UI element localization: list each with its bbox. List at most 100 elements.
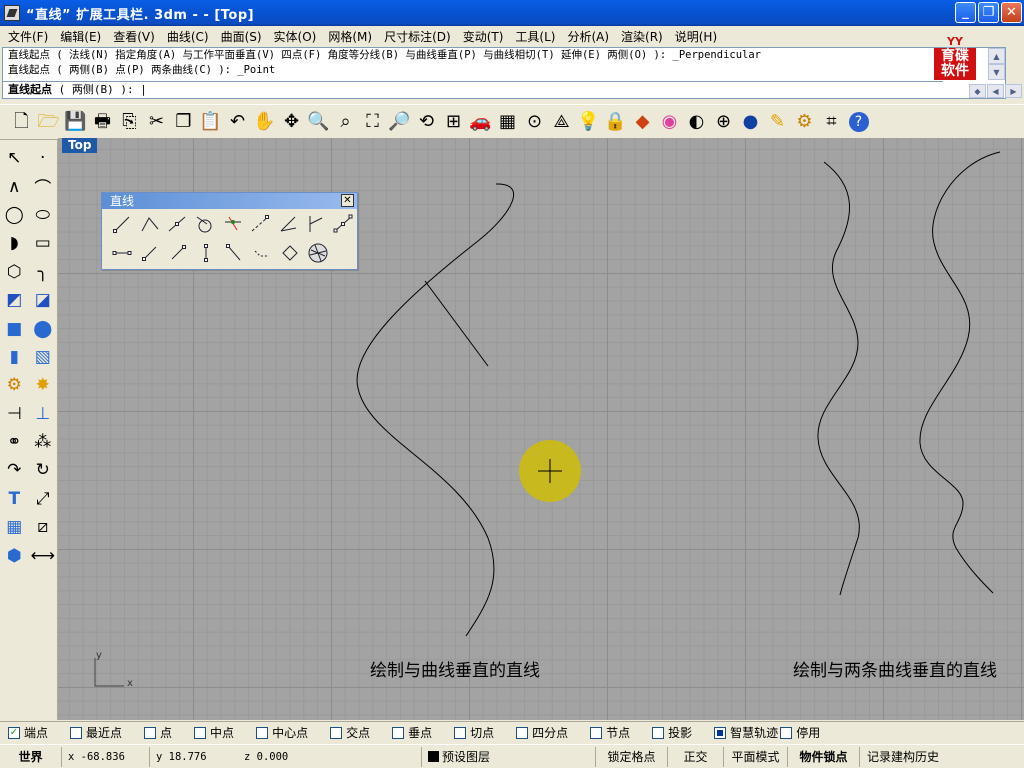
print-icon[interactable]: 🖶 xyxy=(89,108,116,136)
zoom-extents-icon[interactable]: ⛶ xyxy=(359,108,386,136)
text-icon[interactable]: T xyxy=(0,485,29,513)
undo-view-icon[interactable]: ⟲ xyxy=(413,108,440,136)
scroll-up-icon[interactable]: ▲ xyxy=(988,48,1005,64)
osnap-project[interactable]: 投影 xyxy=(652,724,692,741)
menu-render[interactable]: 渲染(R) xyxy=(615,28,669,45)
checkbox-icon[interactable] xyxy=(330,726,343,739)
circle-icon[interactable]: ◯ xyxy=(0,201,29,229)
updown-icon[interactable]: ◆ xyxy=(969,84,986,98)
help-icon[interactable]: ? xyxy=(845,108,872,136)
line-tangent-icon[interactable] xyxy=(136,239,164,266)
render-sphere-icon[interactable]: ● xyxy=(737,108,764,136)
menu-file[interactable]: 文件(F) xyxy=(2,28,54,45)
pen-icon[interactable]: ✎ xyxy=(764,108,791,136)
menu-help[interactable]: 说明(H) xyxy=(669,28,723,45)
line-from-midpoint-icon[interactable] xyxy=(163,210,191,237)
extrude-surface-icon[interactable]: ◪ xyxy=(29,286,58,314)
light-bulb-icon[interactable]: 💡 xyxy=(575,108,602,136)
zoom-selected-icon[interactable]: 🔎 xyxy=(386,108,413,136)
osnap-disable[interactable]: 停用 xyxy=(780,724,820,741)
rotate-icon[interactable]: ↷ xyxy=(0,456,29,484)
color-wheel-icon[interactable]: ◉ xyxy=(656,108,683,136)
open-folder-icon[interactable]: 🗁 xyxy=(35,108,62,136)
mirror-icon[interactable]: ⧄ xyxy=(29,513,58,541)
osnap-smarttrack[interactable]: 智慧轨迹 xyxy=(714,724,778,741)
grid-snap-toggle[interactable]: 锁定格点 xyxy=(596,746,668,767)
explode-icon[interactable]: ✸ xyxy=(29,371,58,399)
settings-gear-icon[interactable]: ⚙ xyxy=(0,371,29,399)
line-both-sides-icon[interactable] xyxy=(108,239,136,266)
trim-icon[interactable]: ⊣ xyxy=(0,400,29,428)
line-mesh-icon[interactable] xyxy=(304,239,332,266)
checkbox-checked-icon[interactable]: ✓ xyxy=(8,726,20,739)
app-icon[interactable] xyxy=(4,5,20,21)
prev-icon[interactable]: ◀ xyxy=(987,84,1004,98)
menu-tools[interactable]: 工具(L) xyxy=(509,28,561,45)
close-button[interactable]: ✕ xyxy=(1001,2,1022,23)
select-arrow-icon[interactable]: ↖ xyxy=(0,144,29,172)
copy-icon[interactable]: ❐ xyxy=(170,108,197,136)
checkbox-icon[interactable] xyxy=(256,726,269,739)
osnap-near[interactable]: 最近点 xyxy=(70,724,122,741)
cylinder-icon[interactable]: ▮ xyxy=(0,343,29,371)
osnap-end[interactable]: ✓ 端点 xyxy=(8,724,48,741)
line-perpendicular-icon[interactable] xyxy=(302,210,330,237)
polyline-line-icon[interactable] xyxy=(136,210,164,237)
checkbox-square-icon[interactable] xyxy=(714,726,727,739)
osnap-point[interactable]: 点 xyxy=(144,724,172,741)
paste-icon[interactable]: 📋 xyxy=(197,108,224,136)
arc-icon[interactable]: ◗ xyxy=(0,229,29,257)
menu-surface[interactable]: 曲面(S) xyxy=(215,28,268,45)
zoom-dynamic-icon[interactable]: 🔍 xyxy=(305,108,332,136)
checkbox-icon[interactable] xyxy=(516,726,529,739)
cplane-icon[interactable]: ⟁ xyxy=(548,108,575,136)
command-prompt-input[interactable]: 直线起点 ( 两侧(B) ): | xyxy=(3,81,943,98)
menu-edit[interactable]: 编辑(E) xyxy=(54,28,107,45)
zoom-window-icon[interactable]: ⌕ xyxy=(332,108,359,136)
planar-toggle[interactable]: 平面模式 xyxy=(724,746,788,767)
line-normal-icon[interactable] xyxy=(219,210,247,237)
osnap-tan[interactable]: 切点 xyxy=(454,724,494,741)
line-toolbar-title[interactable]: 直线 ✕ xyxy=(102,193,357,209)
line-surface-icon[interactable] xyxy=(276,239,304,266)
osnap-knot[interactable]: 节点 xyxy=(590,724,630,741)
checkbox-icon[interactable] xyxy=(70,726,83,739)
shade-sphere-icon[interactable]: ◐ xyxy=(683,108,710,136)
osnap-perp[interactable]: 垂点 xyxy=(392,724,432,741)
menu-view[interactable]: 查看(V) xyxy=(107,28,161,45)
surface-points-icon[interactable]: ◩ xyxy=(0,286,29,314)
cplane-world[interactable]: 世界 xyxy=(0,746,62,767)
menu-curve[interactable]: 曲线(C) xyxy=(161,28,215,45)
ellipse-icon[interactable]: ⬭ xyxy=(29,201,58,229)
scroll-down-icon[interactable]: ▼ xyxy=(988,64,1005,80)
dimension-icon[interactable]: ⌗ xyxy=(818,108,845,136)
osnap-intersection[interactable]: 交点 xyxy=(330,724,370,741)
menu-analyze[interactable]: 分析(A) xyxy=(561,28,615,45)
gear-icon[interactable]: ⚙ xyxy=(791,108,818,136)
block-icon[interactable]: ⬢ xyxy=(0,542,29,570)
undo-icon[interactable]: ↶ xyxy=(224,108,251,136)
osnap-mid[interactable]: 中点 xyxy=(194,724,234,741)
box-solid-icon[interactable]: ■ xyxy=(0,315,29,343)
boolean-union-icon[interactable]: ⬤ xyxy=(29,315,58,343)
line-single-icon[interactable] xyxy=(108,210,136,237)
import-icon[interactable]: ⎘ xyxy=(116,108,143,136)
checkbox-icon[interactable] xyxy=(454,726,467,739)
line-extend-icon[interactable] xyxy=(164,239,192,266)
line-toolbar-close-button[interactable]: ✕ xyxy=(341,194,354,207)
line-dashed-icon[interactable] xyxy=(248,239,276,266)
minimize-button[interactable]: _ xyxy=(955,2,976,23)
line-four-point-icon[interactable] xyxy=(329,210,357,237)
mesh-icon[interactable]: ▧ xyxy=(29,343,58,371)
command-history[interactable]: 直线起点 ( 法线(N) 指定角度(A) 与工作平面垂直(V) 四点(F) 角度… xyxy=(2,47,1006,99)
osnap-toggle[interactable]: 物件锁点 xyxy=(788,746,860,767)
rotate-view-icon[interactable]: ✥ xyxy=(278,108,305,136)
checkbox-icon[interactable] xyxy=(194,726,207,739)
menu-mesh[interactable]: 网格(M) xyxy=(322,28,378,45)
scale-icon[interactable]: ⤢ xyxy=(29,485,58,513)
join-icon[interactable]: ⚭ xyxy=(0,428,29,456)
line-bisector-icon[interactable] xyxy=(274,210,302,237)
polygon-icon[interactable]: ⬡ xyxy=(0,258,29,286)
car-icon[interactable]: 🚗 xyxy=(467,108,494,136)
layer-icon[interactable]: ◆ xyxy=(629,108,656,136)
